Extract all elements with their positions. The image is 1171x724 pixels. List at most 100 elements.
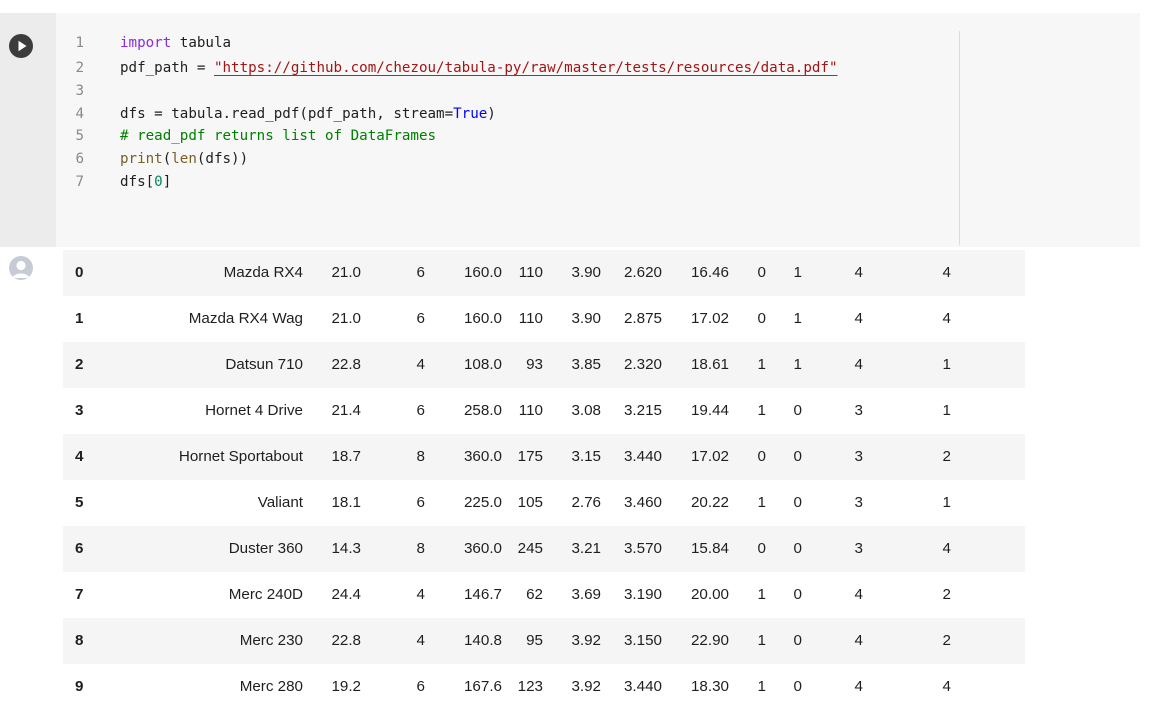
table-cell: 3.440 xyxy=(623,448,662,465)
table-cell: 3.15 xyxy=(571,448,601,465)
table-row: 5 Valiant 18.1 6 225.0 105 2.76 3.460 20.22 1 0 3 1 xyxy=(63,480,1025,526)
table-cell: 4 xyxy=(854,356,863,373)
line-number: 3 xyxy=(75,83,84,99)
table-cell: 6 xyxy=(416,264,425,281)
code-token: True xyxy=(453,106,488,122)
table-cell: 3.21 xyxy=(571,540,601,557)
table-cell: 2 xyxy=(942,586,951,603)
line-number: 6 xyxy=(75,151,84,167)
table-cell: 4 xyxy=(416,632,425,649)
table-cell: 140.8 xyxy=(463,632,502,649)
table-cell: 17.02 xyxy=(690,310,729,327)
code-token: pdf_path = xyxy=(120,60,214,76)
code-cell[interactable]: 1 import tabula 2 pdf_path = "https://githu… xyxy=(0,13,1140,247)
row-index: 3 xyxy=(75,402,84,419)
table-cell: 16.46 xyxy=(690,264,729,281)
table-cell: 3 xyxy=(854,540,863,557)
table-cell: 1 xyxy=(793,264,802,281)
table-cell: 167.6 xyxy=(463,678,502,695)
code-token: "https://github.com/chezou/tabula-py/raw… xyxy=(213,60,838,76)
table-row: 4 Hornet Sportabout 18.7 8 360.0 175 3.15 3.440… xyxy=(63,434,1025,480)
table-cell: 0 xyxy=(793,540,802,557)
table-row: 6 Duster 360 14.3 8 360.0 245 3.21 3.570 15.84 0 0… xyxy=(63,526,1025,572)
table-cell: 19.44 xyxy=(690,402,729,419)
table-cell: 3.440 xyxy=(623,678,662,695)
table-cell: 105 xyxy=(517,494,543,511)
table-cell: 3.85 xyxy=(571,356,601,373)
code-text: import tabula xyxy=(120,32,231,54)
table-cell: 1 xyxy=(757,494,766,511)
table-cell: 108.0 xyxy=(463,356,502,373)
table-cell: 0 xyxy=(757,540,766,557)
line-length-ruler xyxy=(959,31,960,245)
table-cell: 4 xyxy=(854,264,863,281)
code-text: pdf_path = "https://github.com/chezou/ta… xyxy=(120,57,838,79)
table-cell: 20.22 xyxy=(690,494,729,511)
table-cell: 4 xyxy=(942,678,951,695)
run-cell-button[interactable] xyxy=(9,34,33,58)
table-cell: 1 xyxy=(757,586,766,603)
line-number: 2 xyxy=(75,60,84,76)
table-cell: 2.620 xyxy=(623,264,662,281)
row-index: 1 xyxy=(75,310,84,327)
table-cell: 1 xyxy=(757,402,766,419)
table-cell: 62 xyxy=(526,586,543,603)
table-cell: 6 xyxy=(416,402,425,419)
play-icon xyxy=(18,40,27,52)
row-index: 9 xyxy=(75,678,84,695)
table-cell: 4 xyxy=(416,586,425,603)
table-cell: 0 xyxy=(757,264,766,281)
table-cell: 21.4 xyxy=(331,402,361,419)
table-cell: 2.875 xyxy=(623,310,662,327)
code-editor[interactable]: 1 import tabula 2 pdf_path = "https://githu… xyxy=(56,13,1140,247)
row-index: 2 xyxy=(75,356,84,373)
car-name-cell: Datsun 710 xyxy=(225,356,303,373)
table-cell: 3.69 xyxy=(571,586,601,603)
table-cell: 3 xyxy=(854,448,863,465)
table-cell: 2 xyxy=(942,448,951,465)
table-row: 1 Mazda RX4 Wag 21.0 6 160.0 110 3.90 2.875 17.0… xyxy=(63,296,1025,342)
table-cell: 1 xyxy=(942,356,951,373)
table-cell: 18.61 xyxy=(690,356,729,373)
line-number: 4 xyxy=(75,106,84,122)
car-name-cell: Merc 230 xyxy=(239,632,303,649)
table-cell: 0 xyxy=(793,678,802,695)
row-index: 8 xyxy=(75,632,84,649)
table-cell: 8 xyxy=(416,448,425,465)
table-cell: 3.190 xyxy=(623,586,662,603)
table-cell: 2.320 xyxy=(623,356,662,373)
code-token: ) xyxy=(487,106,496,122)
car-name-cell: Duster 360 xyxy=(228,540,303,557)
table-cell: 3 xyxy=(854,494,863,511)
table-cell: 4 xyxy=(854,632,863,649)
table-cell: 4 xyxy=(942,540,951,557)
car-name-cell: Valiant xyxy=(257,494,303,511)
table-cell: 3.215 xyxy=(623,402,662,419)
row-index: 5 xyxy=(75,494,84,511)
table-row: 3 Hornet 4 Drive 21.4 6 258.0 110 3.08 3.215 19.… xyxy=(63,388,1025,434)
table-cell: 17.02 xyxy=(690,448,729,465)
table-cell: 3.90 xyxy=(571,264,601,281)
table-cell: 24.4 xyxy=(331,586,361,603)
code-token: import xyxy=(120,35,172,51)
car-name-cell: Merc 240D xyxy=(228,586,303,603)
table-cell: 360.0 xyxy=(463,540,502,557)
table-row: 8 Merc 230 22.8 4 140.8 95 3.92 3.150 22.90 1 0 4 2 xyxy=(63,618,1025,664)
table-cell: 4 xyxy=(854,586,863,603)
table-cell: 123 xyxy=(517,678,543,695)
table-cell: 0 xyxy=(793,586,802,603)
code-token: ( xyxy=(162,151,172,167)
table-cell: 21.0 xyxy=(331,264,361,281)
table-cell: 15.84 xyxy=(690,540,729,557)
table-cell: 1 xyxy=(942,494,951,511)
table-cell: 110 xyxy=(518,264,543,281)
row-index: 0 xyxy=(75,264,84,281)
table-cell: 1 xyxy=(942,402,951,419)
table-cell: 1 xyxy=(757,356,766,373)
table-cell: 22.90 xyxy=(690,632,729,649)
row-index: 6 xyxy=(75,540,84,557)
table-cell: 22.8 xyxy=(331,632,361,649)
table-cell: 0 xyxy=(793,632,802,649)
line-number: 7 xyxy=(75,174,84,190)
table-cell: 110 xyxy=(518,402,543,419)
